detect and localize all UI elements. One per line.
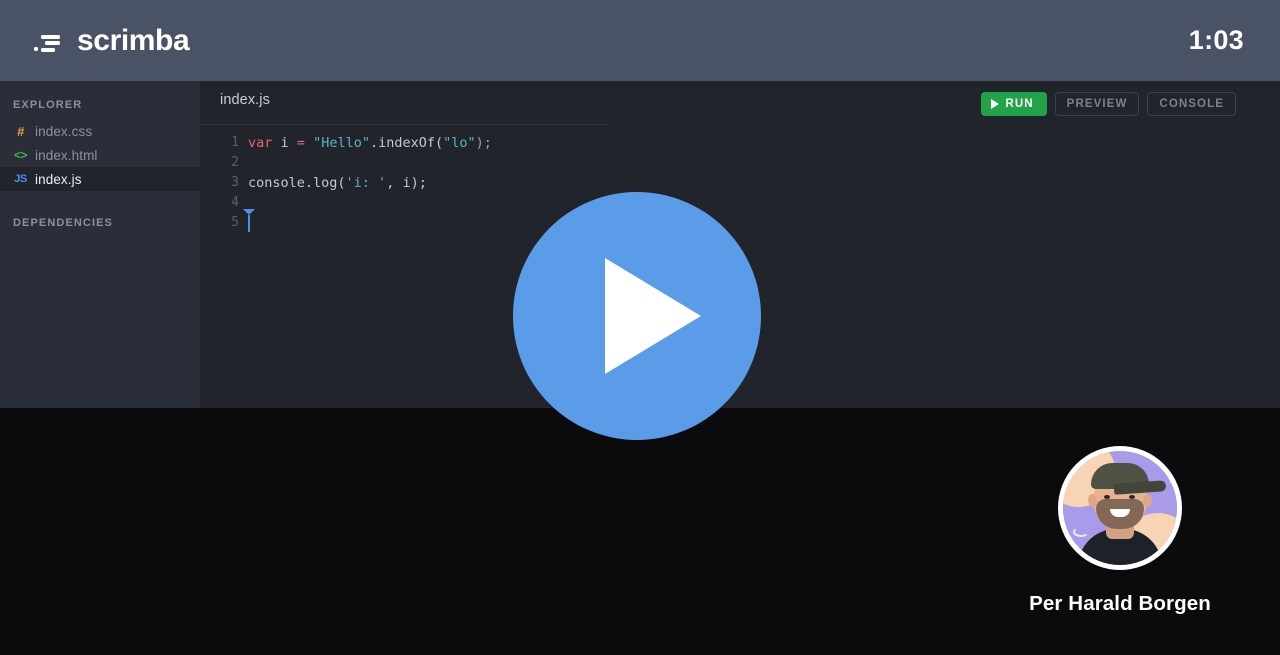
- cursor-bar: [248, 214, 250, 232]
- code-line: 1 var i = "Hello".indexOf("lo");: [200, 133, 1280, 153]
- scrimba-screencast-app: scrimba 1:03 EXPLORER # index.css <> ind…: [0, 0, 1280, 655]
- play-icon: [605, 258, 701, 374]
- editor-topbar: index.js RUN PREVIEW CONSOLE: [200, 81, 1280, 125]
- html-file-icon: <>: [13, 148, 28, 162]
- css-file-icon: #: [17, 123, 24, 139]
- play-video-button[interactable]: [513, 192, 761, 440]
- code-line: 2: [200, 153, 1280, 173]
- tab-index-js[interactable]: index.js: [220, 92, 270, 108]
- playback-timer: 1:03: [1188, 25, 1244, 55]
- play-icon: [991, 99, 1000, 109]
- preview-button-label: PREVIEW: [1066, 98, 1128, 110]
- brand-name: scrimba: [77, 23, 190, 57]
- run-button[interactable]: RUN: [981, 92, 1047, 116]
- sidebar-item-index-html[interactable]: <> index.html: [0, 143, 200, 167]
- code-token: 'i: ': [345, 175, 387, 191]
- tab-underline-divider: [200, 124, 610, 125]
- explorer-section-label: EXPLORER: [13, 99, 83, 111]
- console-button-label: CONSOLE: [1159, 98, 1224, 110]
- brand[interactable]: scrimba: [34, 23, 190, 58]
- editor-toolbar: RUN PREVIEW CONSOLE: [981, 92, 1236, 116]
- avatar: [1058, 446, 1182, 570]
- code-line-text: var i = "Hello".indexOf("lo");: [248, 133, 492, 153]
- code-line: 5: [200, 208, 1280, 233]
- code-line: 4: [200, 193, 1280, 213]
- sidebar-item-index-js[interactable]: JS index.js: [0, 167, 200, 191]
- code-line-text: [243, 208, 255, 233]
- code-token: .indexOf(: [369, 135, 444, 151]
- presenter-name: Per Harald Borgen: [1029, 592, 1211, 615]
- line-number: 2: [231, 155, 239, 170]
- presenter-card: Per Harald Borgen: [960, 440, 1280, 655]
- preview-button[interactable]: PREVIEW: [1054, 92, 1140, 116]
- code-line: 3 console.log('i: ', i);: [200, 173, 1280, 193]
- code-token: );: [475, 135, 492, 151]
- js-file-icon: JS: [14, 173, 27, 185]
- code-token: var: [248, 135, 273, 151]
- text-cursor: [243, 208, 255, 232]
- dependencies-section-label: DEPENDENCIES: [13, 217, 113, 229]
- code-token: console.log(: [248, 175, 346, 191]
- app-header: scrimba 1:03: [0, 0, 1280, 81]
- line-number: 4: [231, 195, 239, 210]
- code-area[interactable]: 1 var i = "Hello".indexOf("lo"); 2 3 console…: [200, 133, 1280, 233]
- file-label: index.css: [35, 123, 93, 139]
- sidebar-item-index-css[interactable]: # index.css: [0, 119, 200, 143]
- code-line-text: console.log('i: ', i);: [248, 173, 427, 193]
- file-label: index.html: [35, 147, 98, 163]
- line-number: 5: [231, 215, 239, 230]
- file-explorer-sidebar: EXPLORER # index.css <> index.html JS in…: [0, 81, 200, 408]
- scrimba-logo-icon: [34, 30, 64, 52]
- code-token: =: [296, 135, 305, 151]
- code-token: i: [272, 135, 297, 151]
- file-label: index.js: [35, 171, 82, 187]
- line-number: 3: [231, 175, 239, 190]
- code-token: , i);: [386, 175, 427, 191]
- code-token: "Hello": [313, 135, 370, 151]
- console-button[interactable]: CONSOLE: [1147, 92, 1236, 116]
- line-number: 1: [231, 135, 239, 150]
- run-button-label: RUN: [1005, 98, 1034, 110]
- code-token: "lo": [443, 135, 476, 151]
